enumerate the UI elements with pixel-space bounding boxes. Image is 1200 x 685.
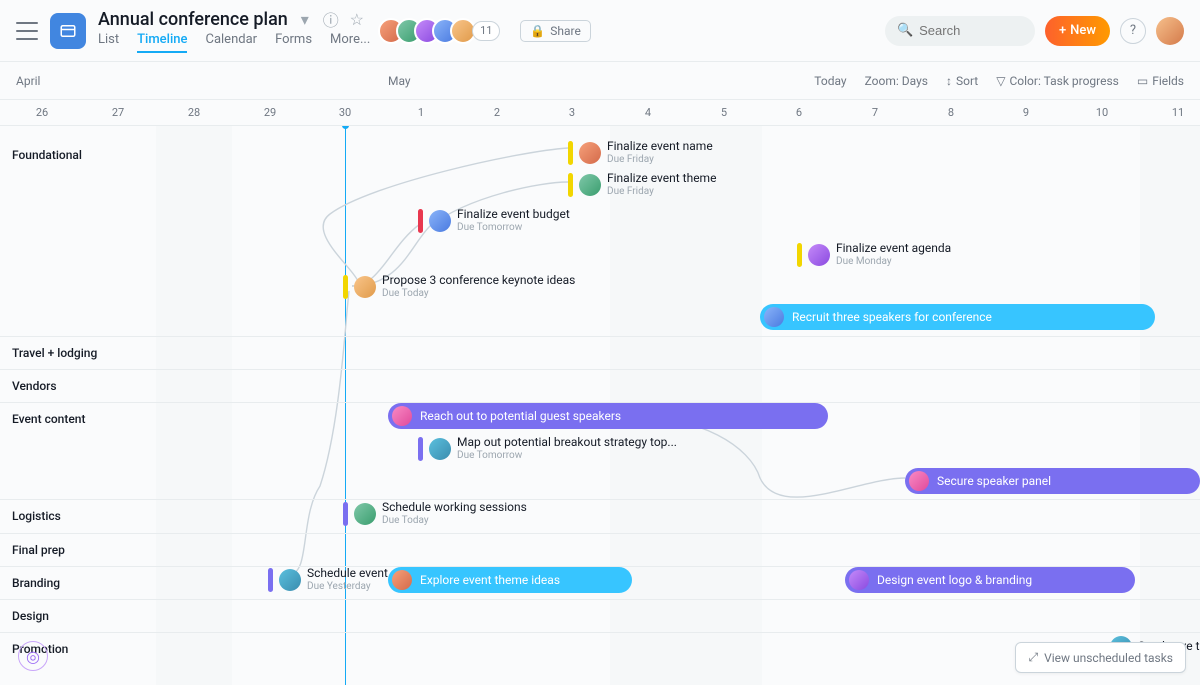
view-unscheduled-button[interactable]: ⤢ View unscheduled tasks: [1015, 642, 1186, 673]
task-keynote-ideas[interactable]: Propose 3 conference keynote ideasDue To…: [343, 274, 575, 299]
date-tick: 28: [188, 106, 200, 119]
today-marker: [345, 126, 346, 685]
tab-list[interactable]: List: [98, 32, 119, 53]
view-tabs: List Timeline Calendar Forms More...: [98, 32, 370, 53]
task-explore-theme[interactable]: Explore event theme ideas: [388, 567, 632, 593]
user-avatar[interactable]: [1156, 17, 1184, 45]
new-button[interactable]: +New: [1045, 16, 1110, 46]
section-label-foundational[interactable]: Foundational: [12, 148, 82, 162]
weekend-shade: [156, 126, 232, 685]
date-axis: 26 27 28 29 30 1 2 3 4 5 6 7 8 9 10 11: [0, 100, 1200, 126]
date-tick: 3: [569, 106, 575, 119]
plus-icon: +: [1059, 23, 1066, 38]
date-tick: 7: [872, 106, 878, 119]
avatar: [354, 503, 376, 525]
section-label-vendors[interactable]: Vendors: [12, 379, 57, 393]
avatar: [764, 307, 784, 327]
section-label-final-prep[interactable]: Final prep: [12, 543, 65, 557]
task-finalize-budget[interactable]: Finalize event budgetDue Tomorrow: [418, 208, 570, 233]
search-field[interactable]: [919, 23, 1023, 38]
help-button[interactable]: ?: [1120, 18, 1146, 44]
timeline-chart[interactable]: Foundational Finalize event nameDue Frid…: [0, 126, 1200, 685]
star-icon[interactable]: ☆: [348, 10, 366, 28]
project-title[interactable]: Annual conference plan: [98, 9, 288, 30]
expand-icon: ⤢: [1028, 650, 1038, 665]
avatar: [579, 174, 601, 196]
date-tick: 26: [36, 106, 48, 119]
task-design-logo[interactable]: Design event logo & branding: [845, 567, 1135, 593]
sort-button[interactable]: ↕ Sort: [946, 74, 978, 88]
weekend-shade: [1140, 126, 1200, 685]
tab-forms[interactable]: Forms: [275, 32, 312, 53]
task-recruit-speakers[interactable]: Recruit three speakers for conference: [760, 304, 1155, 330]
date-tick: 11: [1172, 106, 1184, 119]
task-secure-panel[interactable]: Secure speaker panel: [905, 468, 1200, 494]
section-divider: [0, 336, 1200, 337]
date-tick: 8: [948, 106, 954, 119]
topbar: Annual conference plan ▾ ⓘ ☆ List Timeli…: [0, 0, 1200, 62]
section-divider: [0, 599, 1200, 600]
task-schedule-event[interactable]: Schedule event ...Due Yesterday: [268, 567, 400, 592]
avatar: [429, 438, 451, 460]
date-tick: 2: [494, 106, 500, 119]
avatar: [354, 276, 376, 298]
more-members[interactable]: 11: [472, 21, 500, 41]
section-label-design[interactable]: Design: [12, 609, 49, 623]
today-button[interactable]: Today: [814, 74, 846, 88]
chevron-down-icon[interactable]: ▾: [296, 10, 314, 28]
date-tick: 30: [339, 106, 351, 119]
avatar: [392, 406, 412, 426]
section-divider: [0, 499, 1200, 500]
avatar: [579, 142, 601, 164]
zoom-selector[interactable]: Zoom: Days: [865, 74, 928, 88]
date-tick: 9: [1023, 106, 1029, 119]
section-divider: [0, 533, 1200, 534]
share-button[interactable]: 🔒 Share: [520, 20, 591, 42]
avatar: [392, 570, 412, 590]
task-finalize-theme[interactable]: Finalize event themeDue Friday: [568, 172, 716, 197]
section-label-event-content[interactable]: Event content: [12, 412, 85, 426]
month-label: May: [388, 74, 411, 88]
tab-calendar[interactable]: Calendar: [205, 32, 257, 53]
task-map-breakout[interactable]: Map out potential breakout strategy top.…: [418, 436, 677, 461]
search-input[interactable]: 🔍: [885, 16, 1035, 46]
avatar: [808, 244, 830, 266]
date-tick: 6: [796, 106, 802, 119]
task-finalize-agenda[interactable]: Finalize event agendaDue Monday: [797, 242, 951, 267]
timeline-toolbar: April May Today Zoom: Days ↕ Sort ▽ Colo…: [0, 62, 1200, 100]
info-icon[interactable]: ⓘ: [322, 10, 340, 28]
date-tick: 1: [418, 106, 424, 119]
search-icon: 🔍: [897, 23, 913, 38]
avatar: [429, 210, 451, 232]
section-label-logistics[interactable]: Logistics: [12, 509, 61, 523]
tab-timeline[interactable]: Timeline: [137, 32, 187, 53]
section-divider: [0, 369, 1200, 370]
date-tick: 4: [645, 106, 651, 119]
section-label-branding[interactable]: Branding: [12, 576, 60, 590]
date-tick: 10: [1096, 106, 1108, 119]
task-finalize-name[interactable]: Finalize event nameDue Friday: [568, 140, 713, 165]
section-label-travel[interactable]: Travel + lodging: [12, 346, 97, 360]
task-reach-out[interactable]: Reach out to potential guest speakers: [388, 403, 828, 429]
lock-icon: 🔒: [530, 24, 545, 38]
project-icon[interactable]: [50, 13, 86, 49]
avatar: [849, 570, 869, 590]
member-avatars[interactable]: 11: [386, 18, 500, 44]
date-tick: 27: [112, 106, 124, 119]
color-selector[interactable]: ▽ Color: Task progress: [996, 74, 1119, 88]
section-divider: [0, 632, 1200, 633]
record-icon[interactable]: ◎: [18, 641, 48, 671]
avatar: [279, 569, 301, 591]
menu-icon[interactable]: [16, 22, 38, 40]
month-label: April: [16, 74, 40, 88]
fields-button[interactable]: ▭ Fields: [1137, 74, 1184, 88]
date-tick: 5: [721, 106, 727, 119]
tab-more[interactable]: More...: [330, 32, 370, 53]
task-schedule-sessions[interactable]: Schedule working sessionsDue Today: [343, 501, 527, 526]
date-tick: 29: [264, 106, 276, 119]
avatar: [909, 471, 929, 491]
